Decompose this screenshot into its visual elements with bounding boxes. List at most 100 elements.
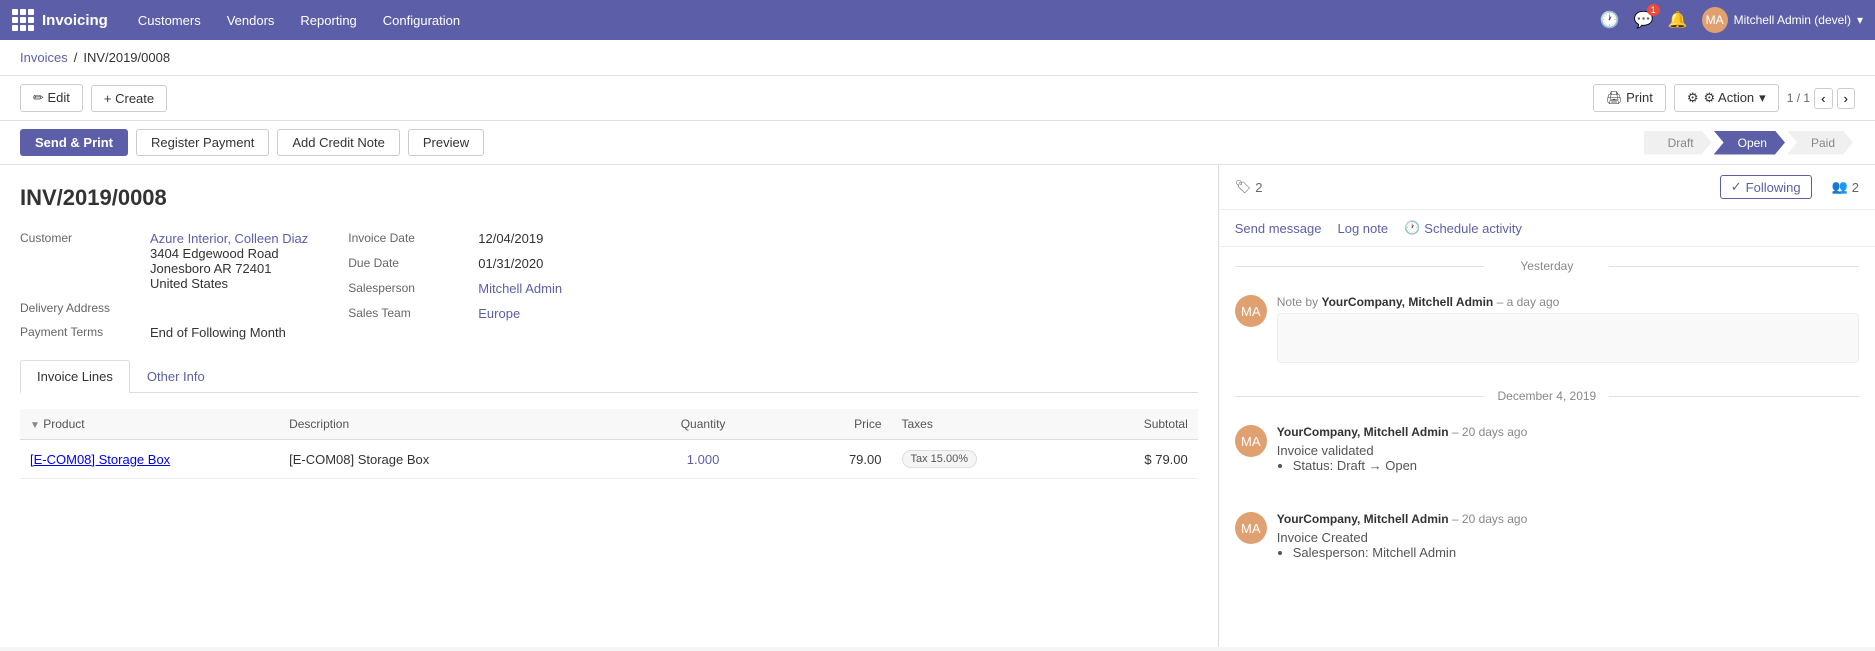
action-button[interactable]: ⚙ ⚙ Action ▾ bbox=[1674, 84, 1779, 112]
customer-address1: 3404 Edgewood Road bbox=[150, 246, 308, 261]
step-paid[interactable]: Paid bbox=[1787, 131, 1853, 155]
salesperson-link[interactable]: Mitchell Admin bbox=[478, 281, 562, 296]
cell-description: [E-COM08] Storage Box bbox=[279, 440, 632, 479]
payment-terms-field: Payment Terms End of Following Month bbox=[20, 325, 308, 340]
main-nav: Customers Vendors Reporting Configuratio… bbox=[128, 9, 470, 32]
send-print-button[interactable]: Send & Print bbox=[20, 129, 128, 156]
grid-icon bbox=[12, 9, 34, 31]
user-label: Mitchell Admin (devel) bbox=[1734, 13, 1851, 27]
customer-address2: Jonesboro AR 72401 bbox=[150, 261, 308, 276]
message-log-item-created: Salesperson: Mitchell Admin bbox=[1293, 545, 1859, 560]
follower-count-value: 2 bbox=[1852, 180, 1859, 195]
cell-quantity: 1.000 bbox=[632, 440, 773, 479]
customer-value: Azure Interior, Colleen Diaz 3404 Edgewo… bbox=[150, 231, 308, 291]
col-header-price: Price bbox=[774, 409, 892, 440]
schedule-activity-button[interactable]: 🕐 Schedule activity bbox=[1404, 220, 1522, 236]
sales-team-value: Europe bbox=[478, 306, 520, 321]
pagination-info: 1 / 1 bbox=[1787, 91, 1810, 105]
invoice-title: INV/2019/0008 bbox=[20, 185, 1198, 211]
message-author-yesterday: YourCompany, Mitchell Admin bbox=[1321, 295, 1493, 309]
following-button[interactable]: ✓ Following bbox=[1720, 175, 1812, 199]
pagination-prev[interactable]: ‹ bbox=[1814, 88, 1832, 109]
customer-name[interactable]: Azure Interior, Colleen Diaz bbox=[150, 231, 308, 246]
create-button[interactable]: + Create bbox=[91, 85, 167, 112]
due-date-value: 01/31/2020 bbox=[478, 256, 543, 271]
breadcrumb: Invoices / INV/2019/0008 bbox=[0, 40, 1875, 76]
product-link[interactable]: [E-COM08] Storage Box bbox=[30, 452, 170, 467]
chatter-actions: Send message Log note 🕐 Schedule activit… bbox=[1219, 210, 1875, 247]
table-row: [E-COM08] Storage Box [E-COM08] Storage … bbox=[20, 440, 1198, 479]
checkmark-icon: ✓ bbox=[1731, 179, 1742, 195]
toolbar: ✏ Edit + Create 🖨 Print ⚙ ⚙ Action ▾ 1 /… bbox=[0, 76, 1875, 121]
user-menu[interactable]: MA Mitchell Admin (devel) ▾ bbox=[1702, 7, 1863, 33]
sales-team-link[interactable]: Europe bbox=[478, 306, 520, 321]
status-bar: Send & Print Register Payment Add Credit… bbox=[0, 121, 1875, 165]
customer-field: Customer Azure Interior, Colleen Diaz 34… bbox=[20, 231, 308, 291]
step-draft[interactable]: Draft bbox=[1644, 131, 1712, 155]
customer-label: Customer bbox=[20, 231, 140, 245]
message-header-validated: YourCompany, Mitchell Admin – 20 days ag… bbox=[1277, 425, 1859, 439]
message-content-validated: YourCompany, Mitchell Admin – 20 days ag… bbox=[1277, 425, 1859, 476]
following-label: Following bbox=[1746, 180, 1801, 195]
tab-other-info[interactable]: Other Info bbox=[130, 360, 222, 392]
bell-icon[interactable]: 🔔 bbox=[1668, 10, 1688, 30]
avatar-yesterday: MA bbox=[1235, 295, 1267, 327]
breadcrumb-parent[interactable]: Invoices bbox=[20, 50, 68, 65]
message-log-validated: Invoice validated Status: Draft → Open bbox=[1277, 443, 1859, 473]
col-header-description: Description bbox=[279, 409, 632, 440]
nav-reporting[interactable]: Reporting bbox=[290, 9, 366, 32]
tag-count-value: 2 bbox=[1255, 180, 1262, 195]
log-note-button[interactable]: Log note bbox=[1337, 221, 1388, 236]
nav-customers[interactable]: Customers bbox=[128, 9, 211, 32]
salesperson-field: Salesperson Mitchell Admin bbox=[348, 281, 562, 296]
cell-price: 79.00 bbox=[774, 440, 892, 479]
preview-button[interactable]: Preview bbox=[408, 129, 484, 156]
chatter-panel: 🏷 2 ✓ Following 👥 2 Send message Log not… bbox=[1219, 165, 1875, 647]
product-table: ▼ Product Description Quantity Price Tax… bbox=[20, 409, 1198, 479]
edit-button[interactable]: ✏ Edit bbox=[20, 84, 83, 112]
due-date-field: Due Date 01/31/2020 bbox=[348, 256, 562, 271]
nav-configuration[interactable]: Configuration bbox=[373, 9, 470, 32]
clock-icon[interactable]: 🕐 bbox=[1600, 10, 1620, 30]
chat-badge: 1 bbox=[1647, 4, 1660, 16]
invoice-date-value: 12/04/2019 bbox=[478, 231, 543, 246]
col-header-taxes: Taxes bbox=[892, 409, 1080, 440]
send-message-button[interactable]: Send message bbox=[1235, 221, 1322, 236]
register-payment-button[interactable]: Register Payment bbox=[136, 129, 269, 156]
clock-small-icon: 🕐 bbox=[1404, 220, 1420, 236]
message-item-created: MA YourCompany, Mitchell Admin – 20 days… bbox=[1235, 502, 1859, 573]
message-item-validated: MA YourCompany, Mitchell Admin – 20 days… bbox=[1235, 415, 1859, 486]
avatar-validated: MA bbox=[1235, 425, 1267, 457]
add-credit-note-button[interactable]: Add Credit Note bbox=[277, 129, 400, 156]
pagination-next[interactable]: › bbox=[1837, 88, 1855, 109]
follower-count: 👥 2 bbox=[1832, 179, 1859, 195]
cell-product: [E-COM08] Storage Box bbox=[20, 440, 279, 479]
chatter-messages: Yesterday MA Note by YourCompany, Mitche… bbox=[1219, 247, 1875, 647]
tabs: Invoice Lines Other Info bbox=[20, 360, 1198, 393]
payment-terms-label: Payment Terms bbox=[20, 325, 140, 339]
salesperson-label: Salesperson bbox=[348, 281, 468, 295]
message-header-yesterday: Note by YourCompany, Mitchell Admin – a … bbox=[1277, 295, 1859, 309]
user-dropdown-icon: ▾ bbox=[1857, 13, 1863, 27]
message-log-title-created: Invoice Created bbox=[1277, 530, 1859, 545]
action-icon: ⚙ bbox=[1687, 90, 1699, 106]
print-button[interactable]: 🖨 Print bbox=[1593, 84, 1666, 112]
tax-badge: Tax 15.00% bbox=[902, 450, 977, 468]
message-header-created: YourCompany, Mitchell Admin – 20 days ag… bbox=[1277, 512, 1859, 526]
invoice-date-label: Invoice Date bbox=[348, 231, 468, 245]
tag-count: 🏷 2 bbox=[1235, 179, 1263, 195]
tab-invoice-lines[interactable]: Invoice Lines bbox=[20, 360, 130, 393]
nav-vendors[interactable]: Vendors bbox=[217, 9, 285, 32]
main-layout: INV/2019/0008 Customer Azure Interior, C… bbox=[0, 165, 1875, 647]
nav-icons: 🕐 💬 1 🔔 MA Mitchell Admin (devel) ▾ bbox=[1600, 7, 1863, 33]
message-note-body bbox=[1277, 313, 1859, 363]
message-log-item: Status: Draft → Open bbox=[1293, 458, 1859, 473]
field-group-left: Customer Azure Interior, Colleen Diaz 34… bbox=[20, 231, 308, 340]
chat-icon[interactable]: 💬 1 bbox=[1634, 10, 1654, 30]
step-open[interactable]: Open bbox=[1714, 131, 1785, 155]
app-brand[interactable]: Invoicing bbox=[12, 9, 108, 31]
note-prefix: Note by bbox=[1277, 295, 1318, 309]
payment-terms-value: End of Following Month bbox=[150, 325, 286, 340]
breadcrumb-current: INV/2019/0008 bbox=[83, 50, 170, 65]
quantity-value[interactable]: 1.000 bbox=[687, 452, 720, 467]
